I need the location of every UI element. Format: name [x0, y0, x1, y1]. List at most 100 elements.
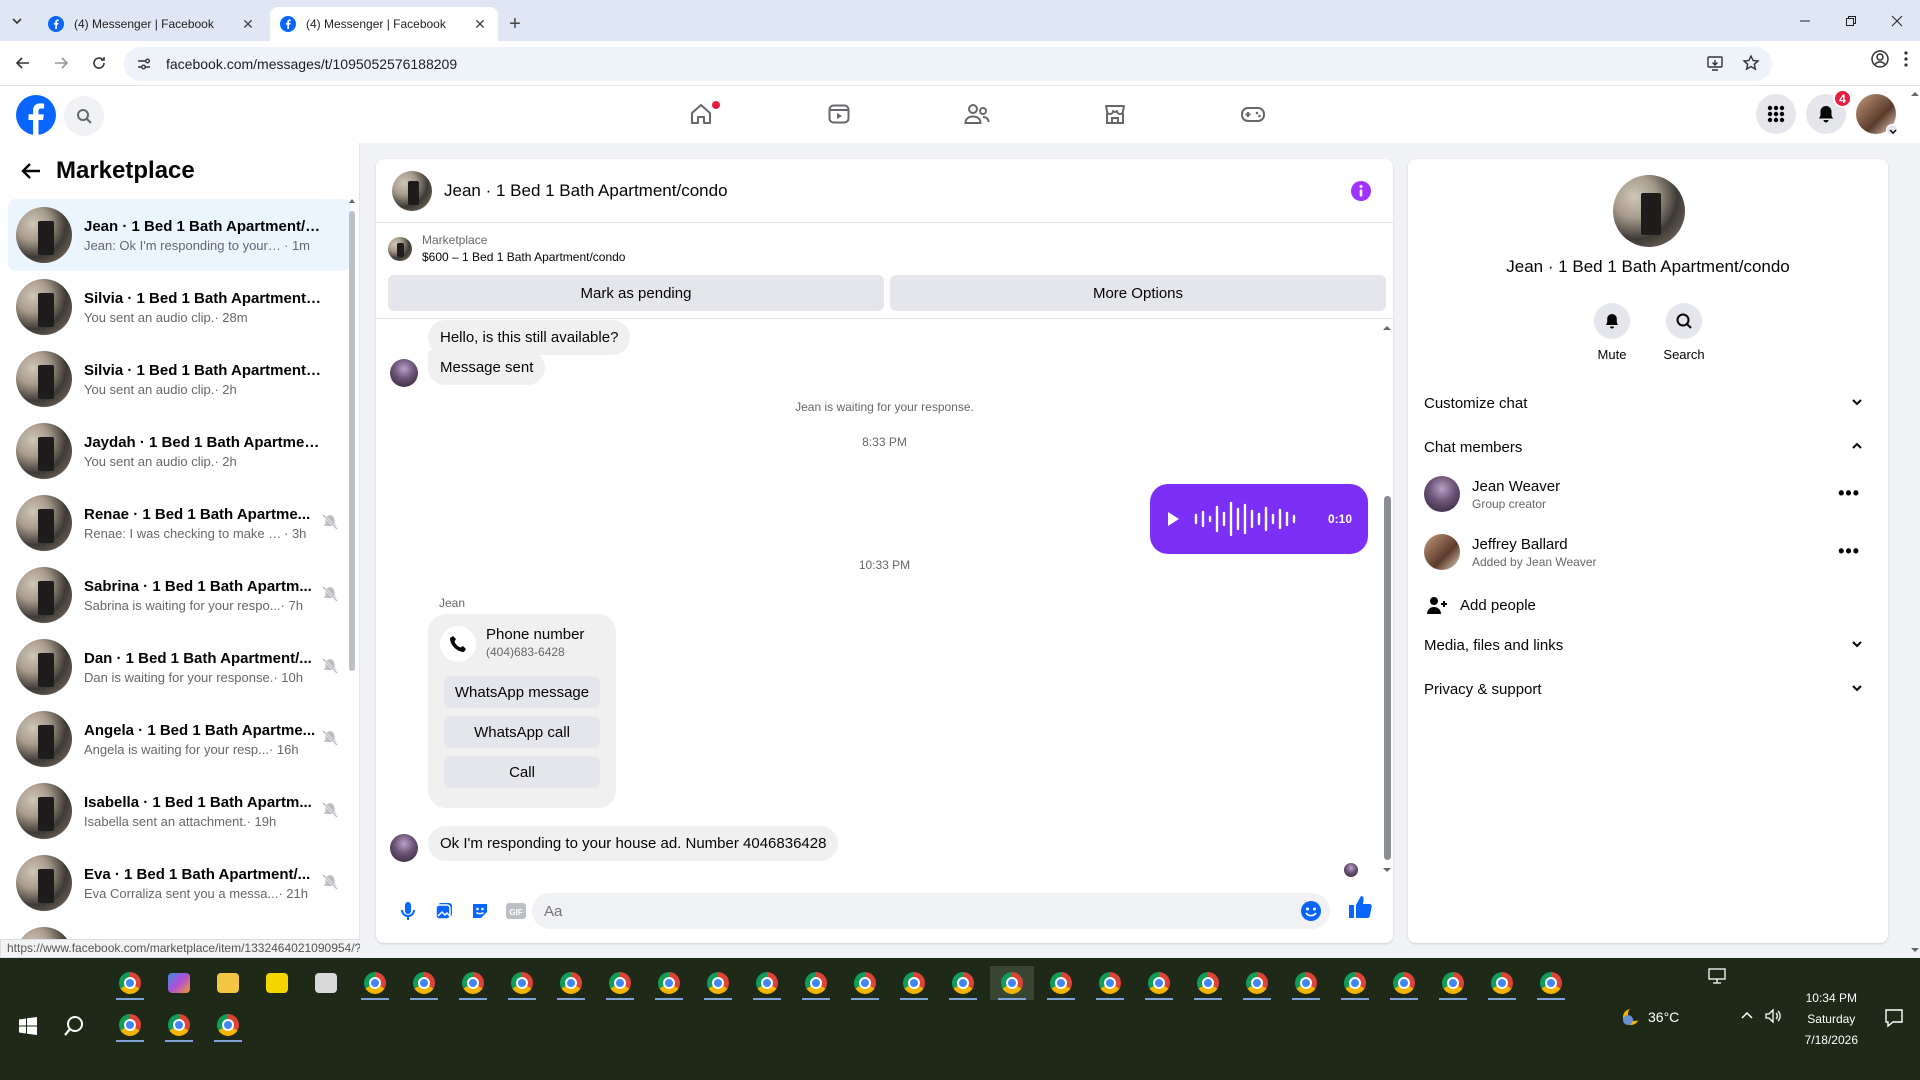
nav-home[interactable]: [632, 86, 770, 142]
app-icon[interactable]: [304, 966, 348, 1000]
conversation-item[interactable]: Dan · 1 Bed 1 Bath Apartment/... Dan is w…: [8, 631, 351, 703]
chrome-taskbar-button[interactable]: [941, 966, 985, 1000]
chrome-taskbar-button[interactable]: [745, 966, 789, 1000]
message-input[interactable]: [544, 902, 1304, 920]
details-avatar[interactable]: [1613, 175, 1685, 247]
menu-button[interactable]: [1756, 94, 1796, 134]
windows-start-icon[interactable]: [10, 1006, 46, 1046]
back-icon[interactable]: [8, 48, 38, 78]
chrome-taskbar-button[interactable]: [1186, 966, 1230, 1000]
facebook-logo-icon[interactable]: [16, 95, 56, 135]
message-input-box[interactable]: [532, 893, 1330, 929]
conversation-item[interactable]: Angela · 1 Bed 1 Bath Apartme... Angela i…: [8, 703, 351, 775]
chrome-taskbar-button[interactable]: [1039, 966, 1083, 1000]
chat-title[interactable]: Jean · 1 Bed 1 Bath Apartment/condo: [444, 181, 728, 201]
chat-members-section[interactable]: Chat members: [1424, 425, 1872, 469]
network-settings-icon[interactable]: [1708, 968, 1726, 984]
browser-tab-1[interactable]: (4) Messenger | Facebook ✕: [38, 7, 266, 41]
volume-icon[interactable]: [1764, 1008, 1782, 1024]
chrome-taskbar-button[interactable]: [1235, 966, 1279, 1000]
privacy-support-section[interactable]: Privacy & support: [1424, 667, 1872, 711]
taskbar-search-icon[interactable]: [56, 1006, 92, 1046]
close-window-icon[interactable]: [1874, 0, 1920, 41]
notification-center-icon[interactable]: [1884, 1008, 1904, 1028]
notifications-button[interactable]: 4: [1806, 89, 1852, 134]
install-app-icon[interactable]: [1706, 54, 1724, 72]
chrome-taskbar-button[interactable]: [696, 966, 740, 1000]
listing-price-title[interactable]: $600 – 1 Bed 1 Bath Apartment/condo: [422, 250, 625, 264]
chrome-taskbar-button[interactable]: [1088, 966, 1132, 1000]
chrome-taskbar-button[interactable]: [1284, 966, 1328, 1000]
mark-as-pending-button[interactable]: Mark as pending: [388, 275, 884, 311]
chat-member[interactable]: Jeffrey Ballard Added by Jean Weaver •••: [1424, 525, 1872, 579]
minimize-icon[interactable]: [1782, 0, 1828, 41]
info-icon[interactable]: [1351, 181, 1371, 201]
copilot-app-icon[interactable]: [157, 966, 201, 1000]
chrome-taskbar-button[interactable]: [1382, 966, 1426, 1000]
back-arrow-icon[interactable]: [20, 160, 42, 182]
nav-video[interactable]: [770, 86, 908, 142]
chrome-taskbar-button[interactable]: [108, 966, 152, 1000]
forward-icon[interactable]: [46, 48, 76, 78]
more-options-icon[interactable]: •••: [1838, 483, 1860, 504]
play-icon[interactable]: [1166, 511, 1180, 527]
nav-marketplace[interactable]: [1046, 86, 1184, 142]
audio-message[interactable]: 0:10: [1150, 484, 1368, 554]
chrome-taskbar-button[interactable]: [647, 966, 691, 1000]
chrome-taskbar-button[interactable]: [206, 1008, 250, 1042]
chat-member[interactable]: Jean Weaver Group creator •••: [1424, 467, 1872, 521]
sidebar-scrollbar[interactable]: [348, 195, 356, 950]
customize-chat-section[interactable]: Customize chat: [1424, 381, 1872, 425]
conversation-item[interactable]: Jaydah · 1 Bed 1 Bath Apartment... You se…: [8, 415, 351, 487]
chrome-taskbar-button[interactable]: [500, 966, 544, 1000]
chrome-taskbar-button[interactable]: [108, 1008, 152, 1042]
close-tab-icon[interactable]: ✕: [240, 16, 256, 33]
file-explorer-icon[interactable]: [206, 966, 250, 1000]
mute-button[interactable]: Mute: [1593, 303, 1631, 362]
page-scrollbar[interactable]: [1910, 86, 1920, 958]
add-people-button[interactable]: Add people: [1424, 585, 1872, 625]
chrome-taskbar-button[interactable]: [1333, 966, 1377, 1000]
more-options-button[interactable]: More Options: [890, 275, 1386, 311]
chrome-taskbar-button[interactable]: [843, 966, 887, 1000]
site-settings-icon[interactable]: [136, 56, 152, 72]
media-files-links-section[interactable]: Media, files and links: [1424, 623, 1872, 667]
restore-icon[interactable]: [1828, 0, 1874, 41]
conversation-item[interactable]: Sabrina · 1 Bed 1 Bath Apartm... Sabrina …: [8, 559, 351, 631]
conversation-item[interactable]: Eva · 1 Bed 1 Bath Apartment/... Eva Corr…: [8, 847, 351, 919]
conversation-item[interactable]: Jean · 1 Bed 1 Bath Apartment/c... Jean: …: [8, 199, 351, 271]
more-options-icon[interactable]: •••: [1838, 541, 1860, 562]
call-button[interactable]: Call: [444, 756, 600, 788]
address-bar[interactable]: facebook.com/messages/t/1095052576188209: [124, 47, 1772, 81]
chrome-taskbar-button[interactable]: [598, 966, 642, 1000]
chrome-taskbar-button[interactable]: [157, 1008, 201, 1042]
tab-search-icon[interactable]: [0, 0, 34, 41]
whatsapp-message-button[interactable]: WhatsApp message: [444, 676, 600, 708]
reload-icon[interactable]: [84, 48, 114, 78]
conversation-item[interactable]: Renae · 1 Bed 1 Bath Apartme... Renae: I …: [8, 487, 351, 559]
profile-icon[interactable]: [1870, 49, 1890, 69]
search-in-chat-button[interactable]: Search: [1663, 303, 1705, 362]
clock[interactable]: 10:34 PM Saturday 7/18/2026: [1805, 988, 1858, 1051]
message-bubble[interactable]: Message sent: [428, 350, 546, 385]
thumbs-up-icon[interactable]: [1346, 893, 1374, 921]
gif-icon[interactable]: GIF: [498, 893, 534, 929]
conversation-item[interactable]: Isabella · 1 Bed 1 Bath Apartm... Isabell…: [8, 775, 351, 847]
chrome-taskbar-button[interactable]: [353, 966, 397, 1000]
chrome-taskbar-button[interactable]: [794, 966, 838, 1000]
new-tab-button[interactable]: +: [498, 7, 532, 41]
sticker-icon[interactable]: [462, 893, 498, 929]
chat-avatar[interactable]: [392, 170, 432, 211]
photo-icon[interactable]: [426, 893, 462, 929]
listing-thumbnail[interactable]: [388, 236, 412, 261]
chrome-taskbar-button[interactable]: [1431, 966, 1475, 1000]
chrome-taskbar-button[interactable]: [990, 966, 1034, 1000]
chrome-taskbar-button[interactable]: [892, 966, 936, 1000]
facebook-search-button[interactable]: [64, 96, 104, 136]
sticky-notes-icon[interactable]: [255, 966, 299, 1000]
browser-menu-icon[interactable]: [1902, 49, 1910, 69]
chrome-taskbar-button[interactable]: [402, 966, 446, 1000]
conversation-item[interactable]: Silvia · 1 Bed 1 Bath Apartment/c... You …: [8, 271, 351, 343]
close-tab-icon[interactable]: ✕: [472, 16, 488, 33]
emoji-icon[interactable]: [1300, 900, 1322, 922]
